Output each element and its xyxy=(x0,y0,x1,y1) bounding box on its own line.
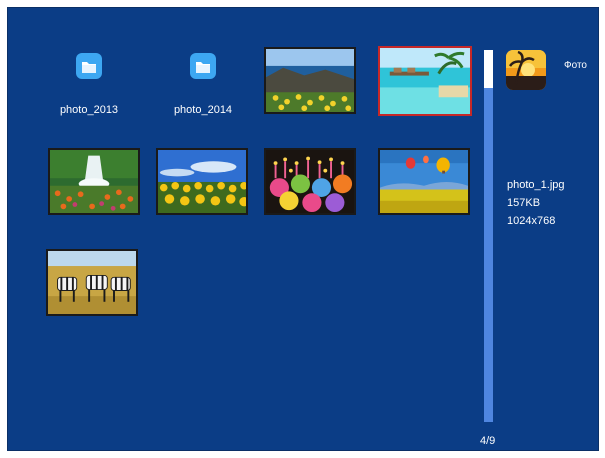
thumbnail-zebras-savanna[interactable] xyxy=(46,249,138,316)
folder-photo-2013[interactable]: photo_2013 xyxy=(43,46,135,126)
page-indicator: 4/9 xyxy=(480,435,496,447)
thumbnail-coastal-rocks-flowers[interactable] xyxy=(264,47,356,114)
folder-label: photo_2014 xyxy=(173,104,233,116)
file-name: photo_1.jpg xyxy=(507,179,565,191)
thumbnail-hot-air-balloons-field[interactable] xyxy=(378,148,470,215)
thumbnail-tropical-beach-bungalows[interactable] xyxy=(378,46,472,116)
folder-icon xyxy=(189,52,217,80)
folder-label: photo_2013 xyxy=(59,104,119,116)
scrollbar-thumb[interactable] xyxy=(484,50,493,88)
photo-browser-screen: photo_2013 photo_2014 4/9 Фото photo_1.j… xyxy=(7,7,599,451)
sunset-palm-icon xyxy=(506,50,546,90)
vertical-scrollbar[interactable] xyxy=(484,50,493,422)
thumbnail-cupcakes-candles[interactable] xyxy=(264,148,356,215)
file-resolution: 1024x768 xyxy=(507,215,556,227)
app-title: Фото xyxy=(564,60,587,71)
thumbnail-sunflower-field-sky[interactable] xyxy=(156,148,248,215)
folder-photo-2014[interactable]: photo_2014 xyxy=(157,46,249,126)
thumbnail-waterfall-garden[interactable] xyxy=(48,148,140,215)
file-size: 157KB xyxy=(507,197,541,209)
folder-icon xyxy=(75,52,103,80)
